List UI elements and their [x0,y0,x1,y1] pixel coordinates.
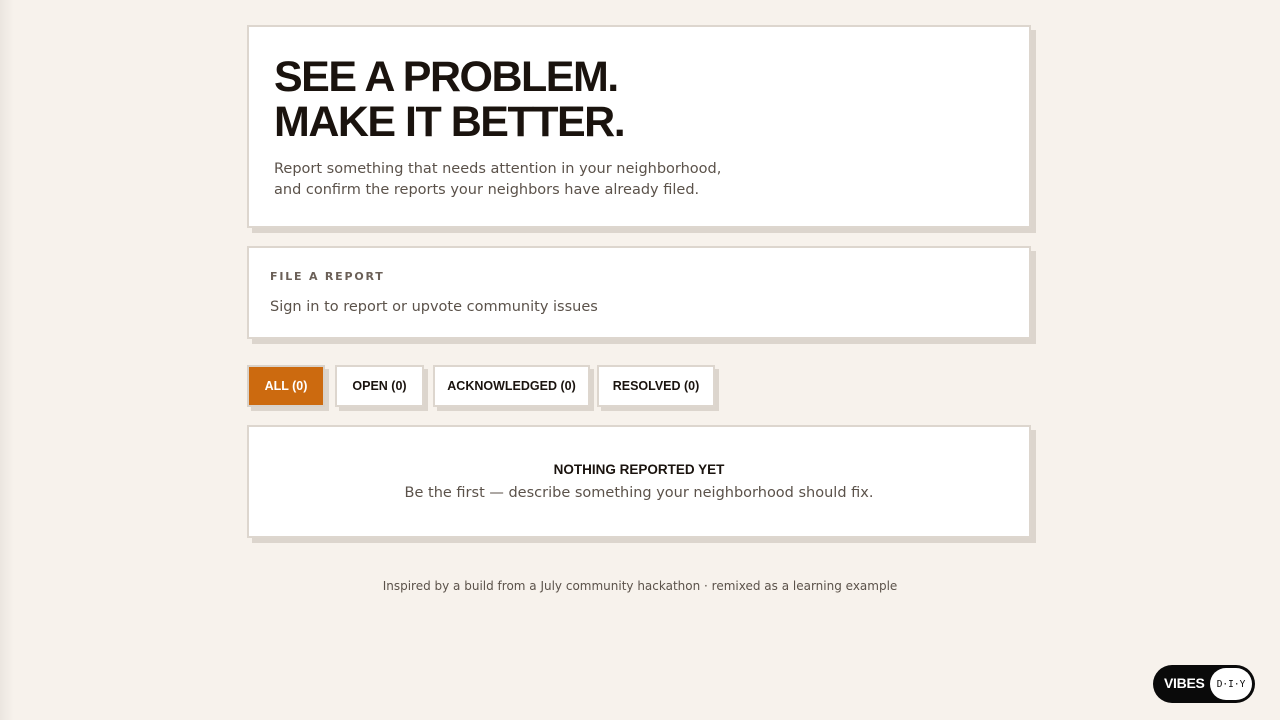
file-report-heading: FILE A REPORT [270,270,385,283]
filter-tab-all[interactable]: ALL (0) [247,365,325,407]
hero-subtitle-line-2: and confirm the reports your neighbors h… [274,182,700,198]
empty-state-message: Be the first — describe something your n… [404,485,874,501]
empty-state-title: NOTHING REPORTED YET [553,462,725,477]
diy-pill: D·I·Y [1210,668,1252,700]
hero-subtitle: Report something that needs attention in… [274,159,721,201]
footer-credit: Inspired by a build from a July communit… [382,579,898,593]
vibes-diy-badge[interactable]: VIBES D·I·Y [1153,665,1255,703]
filter-tab-acknowledged[interactable]: ACKNOWLEDGED (0) [433,365,590,407]
page-title: SEE A PROBLEM. MAKE IT BETTER. [274,53,626,146]
signin-prompt: Sign in to report or upvote community is… [270,299,598,315]
vibes-logo-text: VIBES [1164,675,1205,691]
filter-tab-open[interactable]: OPEN (0) [335,365,424,407]
empty-state-card: NOTHING REPORTED YET Be the first — desc… [247,425,1031,538]
hero-card: SEE A PROBLEM. MAKE IT BETTER. Report so… [247,25,1031,228]
file-report-card: FILE A REPORT Sign in to report or upvot… [247,246,1031,339]
page-title-line-1: SEE A PROBLEM. [274,53,619,101]
hero-subtitle-line-1: Report something that needs attention in… [274,161,722,177]
page-title-line-2: MAKE IT BETTER. [274,98,626,146]
filter-tab-resolved[interactable]: RESOLVED (0) [597,365,715,407]
